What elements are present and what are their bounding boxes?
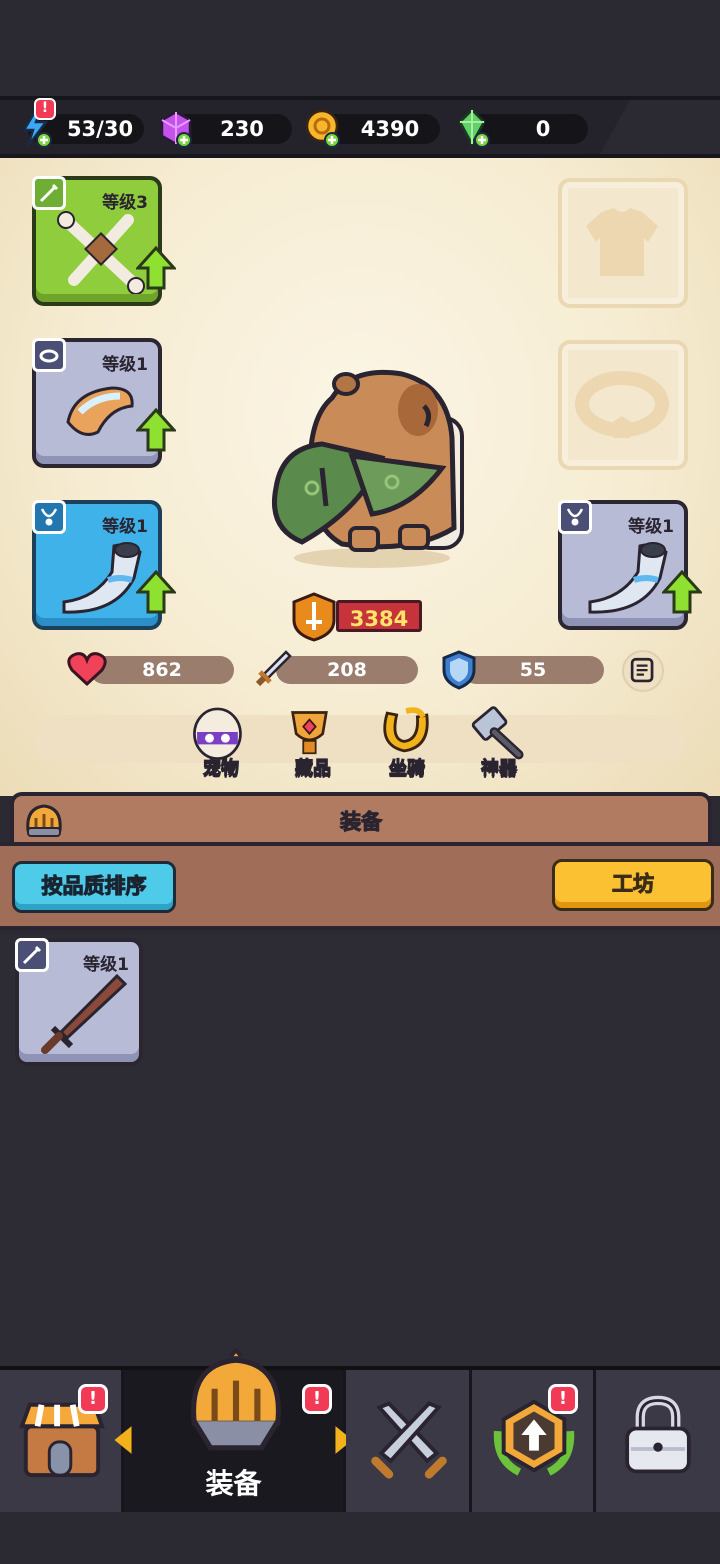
inventory-item[interactable]: 等级1 — [15, 938, 143, 1066]
nav-equipment-label: 装备 — [205, 1467, 262, 1500]
coin-counter[interactable]: 4390 — [305, 109, 440, 148]
belt-placeholder-icon — [575, 371, 669, 438]
coin-value: 4390 — [360, 117, 420, 141]
horseshoe-icon — [383, 707, 429, 753]
attack-value: 208 — [327, 659, 367, 681]
chevron-left-icon — [114, 1426, 132, 1454]
upgrade-arrow-icon — [136, 570, 176, 614]
crystal-counter[interactable]: 0 — [458, 108, 588, 148]
necklace-slot-2[interactable]: 等级1 — [558, 500, 702, 630]
sub-tab-bar — [34, 715, 686, 763]
helmet-icon — [191, 1348, 281, 1451]
nav-shop[interactable]: ! — [0, 1370, 124, 1512]
tab-pet[interactable]: 宠物 — [186, 702, 256, 782]
equipment-toolbar: 按品质排序 工坊 — [0, 842, 720, 930]
capybara-character[interactable] — [262, 358, 482, 578]
upgrade-alert-badge: ! — [548, 1384, 578, 1414]
nav-battle[interactable] — [346, 1370, 472, 1512]
tab-mount[interactable]: 坐骑 — [372, 702, 442, 782]
nav-upgrade[interactable]: ! — [472, 1370, 596, 1512]
hp-value: 862 — [142, 659, 182, 681]
character-panel: 等级3 等级1 等级1 等级1 3384 862 208 55 宠物 藏品 坐骑… — [0, 158, 720, 796]
trophy-icon — [291, 711, 328, 755]
gem-value: 230 — [220, 117, 264, 141]
tab-collection-label: 藏品 — [295, 758, 332, 780]
energy-counter[interactable]: ! 53/30 — [21, 98, 144, 148]
sword-icon — [255, 650, 292, 687]
lock-icon — [625, 1395, 691, 1474]
tab-artifact-label: 神器 — [481, 758, 518, 780]
upgrade-arrow-icon — [662, 570, 702, 614]
inventory-grid: 等级1 — [0, 934, 720, 1366]
tab-mount-label: 坐骑 — [389, 758, 426, 780]
equipment-alert-badge: ! — [302, 1384, 332, 1414]
heart-icon — [67, 652, 107, 687]
combat-power: 3384 — [290, 590, 424, 642]
nav-locked[interactable] — [596, 1370, 720, 1512]
list-details-icon — [630, 657, 654, 683]
game-screen: { "resources": { "energy": "53/30", "gem… — [0, 0, 720, 1564]
tab-pet-label: 宠物 — [203, 758, 240, 780]
equipment-title: 装备 — [340, 810, 383, 835]
nav-equipment[interactable]: ! 装备 — [114, 1348, 353, 1512]
belt-slot[interactable] — [558, 340, 688, 470]
sort-by-quality-button[interactable]: 按品质排序 — [12, 861, 176, 913]
workshop-button[interactable]: 工坊 — [552, 859, 714, 911]
crystal-icon — [458, 108, 490, 148]
crystal-value: 0 — [535, 117, 551, 141]
gem-counter[interactable]: 230 — [160, 110, 292, 148]
wooden-sword-icon — [41, 973, 128, 1054]
ring-slot[interactable]: 等级1 — [32, 338, 176, 468]
equipment-header: 装备 — [10, 792, 712, 846]
resource-bar: ! 53/30 230 4390 0 — [0, 96, 720, 158]
power-shield-icon — [292, 592, 336, 642]
upgrade-arrow-icon — [136, 408, 176, 452]
horn-icon — [62, 542, 142, 614]
bottom-safe-area — [0, 1512, 720, 1564]
bottom-nav: ! ! 装备 ! — [0, 1348, 720, 1512]
armor-placeholder-icon — [586, 208, 658, 276]
energy-alert-badge: ! — [34, 98, 56, 120]
tab-collection[interactable]: 藏品 — [278, 702, 348, 782]
necklace-slot[interactable]: 等级1 — [32, 500, 176, 630]
upgrade-arrow-icon — [136, 246, 176, 290]
power-value: 3384 — [336, 600, 422, 632]
defense-stat: 55 — [462, 656, 604, 684]
bone-weapon-icon — [57, 211, 145, 294]
defense-value: 55 — [519, 659, 547, 681]
energy-value: 53/30 — [66, 117, 134, 141]
crossed-swords-icon — [371, 1401, 447, 1479]
shop-alert-badge: ! — [78, 1384, 108, 1414]
weapon-slot[interactable]: 等级3 — [32, 176, 176, 306]
details-button[interactable] — [622, 650, 664, 692]
hp-stat: 862 — [90, 656, 234, 684]
topbar-decoration — [600, 100, 720, 154]
hammer-icon — [471, 706, 524, 760]
attack-stat: 208 — [276, 656, 418, 684]
tab-artifact[interactable]: 神器 — [464, 702, 534, 782]
stats-row: 862 208 55 — [0, 650, 720, 696]
armor-slot[interactable] — [558, 178, 688, 308]
egg-icon — [193, 707, 242, 760]
bracer-icon — [66, 386, 134, 436]
shield-icon — [442, 650, 476, 690]
horn-icon — [588, 542, 668, 614]
